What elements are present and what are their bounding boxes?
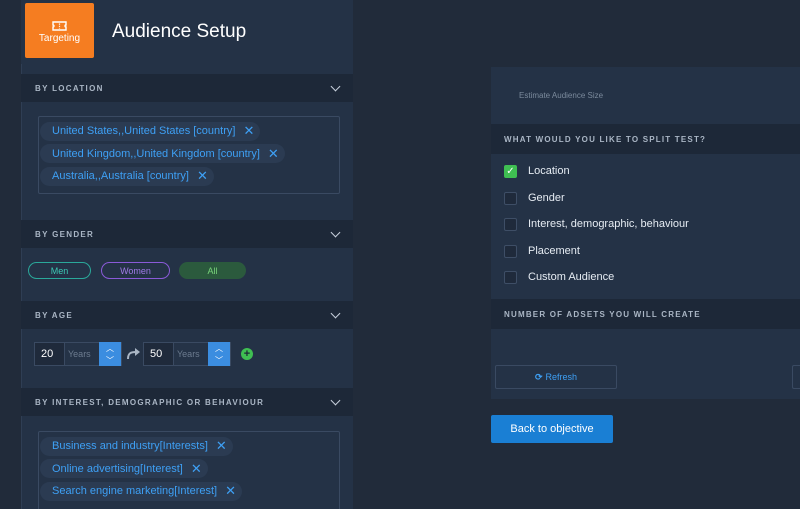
adsets-heading: NUMBER OF ADSETS YOU WILL CREATE <box>491 299 800 329</box>
remove-icon[interactable]: ✕ <box>243 123 254 139</box>
age-to-value[interactable]: 50 <box>144 343 174 365</box>
checkbox[interactable] <box>504 217 517 231</box>
age-from-value[interactable]: 20 <box>35 343 65 365</box>
split-test-heading: WHAT WOULD YOU LIKE TO SPLIT TEST? <box>491 124 800 154</box>
back-to-objective-button[interactable]: Back to objective <box>491 415 613 443</box>
add-age-range-icon[interactable]: + <box>241 348 253 360</box>
section-age-title: BY AGE <box>35 310 74 320</box>
checkbox-checked[interactable]: ✓ <box>504 164 517 178</box>
split-option-location[interactable]: ✓ Location <box>504 164 570 178</box>
remove-icon[interactable]: ✕ <box>268 146 279 162</box>
checkbox[interactable] <box>504 244 517 258</box>
refresh-icon: ⟳ <box>534 371 543 382</box>
age-from-stepper[interactable]: 20 Years ︿ ﹀ <box>34 342 122 366</box>
section-gender-header[interactable]: BY GENDER <box>21 220 353 248</box>
remove-icon[interactable]: ✕ <box>197 168 208 184</box>
interest-tag-box[interactable]: Business and industry[Interests] ✕ Online… <box>38 431 340 509</box>
split-option-placement[interactable]: Placement <box>504 244 580 258</box>
section-interest-title: BY INTEREST, DEMOGRAPHIC OR BEHAVIOUR <box>35 397 265 407</box>
chevron-up-icon[interactable]: ︿ <box>106 343 114 354</box>
split-option-interest[interactable]: Interest, demographic, behaviour <box>504 217 689 231</box>
location-tag-box[interactable]: United States,,United States [country] ✕ … <box>38 116 340 194</box>
chevron-up-icon[interactable]: ︿ <box>215 343 223 354</box>
chevron-down-icon <box>330 227 341 238</box>
chevron-down-icon <box>330 81 341 92</box>
age-to-stepper[interactable]: 50 Years ︿ ﹀ <box>143 342 231 366</box>
targeting-label: Targeting <box>38 32 81 44</box>
section-age-header[interactable]: BY AGE <box>21 301 353 329</box>
section-location-header[interactable]: BY LOCATION <box>21 74 353 102</box>
redo-arrow-icon <box>127 347 141 360</box>
age-to-unit: Years <box>177 349 200 359</box>
location-tag: United States,,United States [country] ✕ <box>40 121 261 141</box>
age-from-unit: Years <box>68 349 91 359</box>
remove-icon[interactable]: ✕ <box>191 461 202 477</box>
chevron-down-icon[interactable]: ﹀ <box>106 355 114 366</box>
interest-tag: Business and industry[Interests] ✕ <box>40 436 233 456</box>
refresh-button[interactable]: ⟳ Refresh <box>495 365 617 389</box>
age-to-spinner[interactable]: ︿ ﹀ <box>208 342 230 366</box>
split-option-custom-audience[interactable]: Custom Audience <box>504 270 614 284</box>
targeting-button[interactable]: Targeting <box>25 3 94 58</box>
location-tag: Australia,,Australia [country] ✕ <box>40 166 214 186</box>
checkbox[interactable] <box>504 270 517 284</box>
chevron-down-icon[interactable]: ﹀ <box>215 355 223 366</box>
chevron-down-icon <box>330 308 341 319</box>
interest-tag: Search engine marketing[Interest] ✕ <box>40 481 242 501</box>
gender-men-button[interactable]: Men <box>28 262 91 279</box>
interest-tag: Online advertising[Interest] ✕ <box>40 459 208 478</box>
section-interest-header[interactable]: BY INTEREST, DEMOGRAPHIC OR BEHAVIOUR <box>21 388 353 416</box>
panel-header: Targeting Audience Setup <box>21 0 353 64</box>
chevron-down-icon <box>330 395 341 406</box>
age-from-spinner[interactable]: ︿ ﹀ <box>99 342 121 366</box>
split-option-gender[interactable]: Gender <box>504 191 565 205</box>
audience-panel: Targeting Audience Setup BY LOCATION Uni… <box>21 0 353 509</box>
secondary-button-partial[interactable] <box>792 365 800 389</box>
gender-all-button[interactable]: All <box>179 262 246 279</box>
gender-women-button[interactable]: Women <box>101 262 170 279</box>
section-gender-title: BY GENDER <box>35 229 95 239</box>
location-tag: United Kingdom,,United Kingdom [country]… <box>40 144 285 163</box>
remove-icon[interactable]: ✕ <box>225 483 236 499</box>
remove-icon[interactable]: ✕ <box>216 438 227 454</box>
section-location-title: BY LOCATION <box>35 83 104 93</box>
page-title: Audience Setup <box>112 21 247 42</box>
checkbox[interactable] <box>504 191 517 205</box>
split-test-panel: Estimate Audience Size WHAT WOULD YOU LI… <box>491 67 800 399</box>
estimate-audience-label: Estimate Audience Size <box>519 91 604 100</box>
ticket-icon <box>52 18 67 31</box>
